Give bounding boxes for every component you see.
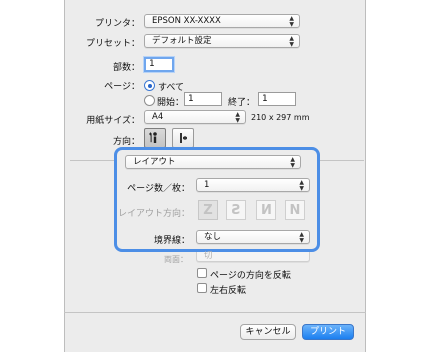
popup-arrows-icon: ▲ ▼ <box>289 35 294 48</box>
paper-size-value: A4 <box>152 112 164 122</box>
pages-per-sheet-popup[interactable]: 1 ▲ ▼ <box>196 178 310 192</box>
cancel-button[interactable]: キャンセル <box>240 324 296 340</box>
layout-direction-s-glyph: S <box>231 202 241 218</box>
pages-per-sheet-label: ページ数／枚： <box>127 184 190 194</box>
copies-label: 部数： <box>112 63 140 73</box>
pages-from-input[interactable]: 1 <box>184 92 222 106</box>
pages-range-radio[interactable] <box>144 95 155 106</box>
preset-value: デフォルト設定 <box>152 36 212 46</box>
pages-per-sheet-value: 1 <box>204 180 210 190</box>
separator-line <box>64 312 366 313</box>
portrait-person-icon <box>149 132 157 143</box>
flip-horizontal-label: 左右反転 <box>210 286 247 296</box>
border-label: 境界線： <box>153 236 190 246</box>
two-sided-popup[interactable]: 切 <box>196 252 310 262</box>
orientation-label: 方向： <box>112 137 140 147</box>
section-popup[interactable]: レイアウト ▲ ▼ <box>125 155 301 169</box>
separator-line <box>70 160 118 161</box>
flip-horizontal-checkbox[interactable] <box>197 283 207 293</box>
layout-direction-n-button[interactable]: N <box>256 200 276 220</box>
printer-popup[interactable]: EPSON XX-XXXX ▲ ▼ <box>144 14 300 28</box>
popup-arrows-icon: ▲ ▼ <box>299 179 304 192</box>
section-popup-value: レイアウト <box>133 157 176 167</box>
pages-to-label: 終了： <box>228 98 256 108</box>
pages-from-label: 開始： <box>157 98 185 108</box>
print-button[interactable]: プリント <box>302 324 354 340</box>
popup-arrows-icon: ▲ ▼ <box>289 15 294 28</box>
preset-label: プリセット： <box>85 39 140 49</box>
popup-arrows-icon: ▲ ▼ <box>299 231 304 244</box>
layout-direction-z-glyph: Z <box>203 202 213 218</box>
landscape-person-icon <box>180 133 187 143</box>
pages-to-input[interactable]: 1 <box>258 92 296 106</box>
layout-direction-n2-button[interactable]: N <box>285 200 305 220</box>
paper-size-label: 用紙サイズ： <box>86 116 140 126</box>
layout-direction-n2-glyph: N <box>289 202 301 218</box>
reverse-orientation-checkbox[interactable] <box>197 268 207 278</box>
copies-input[interactable]: 1 <box>144 57 174 72</box>
reverse-orientation-label: ページの方向を反転 <box>210 271 291 281</box>
printer-value: EPSON XX-XXXX <box>152 16 221 26</box>
pages-all-radio[interactable] <box>144 80 155 91</box>
paper-size-popup[interactable]: A4 ▲ ▼ <box>144 110 246 124</box>
pages-all-label: すべて <box>158 83 185 93</box>
printer-label: プリンタ： <box>94 19 140 29</box>
two-sided-label: 両面： <box>164 255 188 264</box>
two-sided-value: 切 <box>204 251 213 261</box>
orientation-portrait-button[interactable] <box>144 128 166 148</box>
layout-direction-n-glyph: N <box>260 202 272 218</box>
border-popup[interactable]: なし ▲ ▼ <box>196 230 310 244</box>
popup-arrows-icon: ▲ ▼ <box>235 111 240 124</box>
layout-direction-z-button[interactable]: Z <box>198 200 218 220</box>
layout-direction-s-button[interactable]: S <box>226 200 246 220</box>
border-value: なし <box>204 232 222 242</box>
layout-direction-label: レイアウト方向： <box>118 209 191 219</box>
pages-label: ページ： <box>104 82 140 92</box>
separator-line <box>320 160 364 161</box>
preset-popup[interactable]: デフォルト設定 ▲ ▼ <box>144 34 300 48</box>
popup-arrows-icon: ▲ ▼ <box>290 156 295 169</box>
orientation-landscape-button[interactable] <box>172 128 194 148</box>
paper-size-dimensions: 210 x 297 mm <box>251 113 310 122</box>
